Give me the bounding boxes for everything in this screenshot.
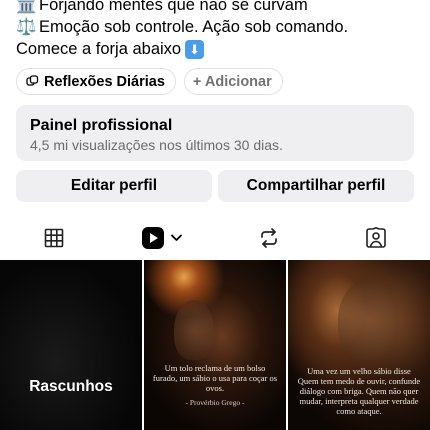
- bio-line-3-text: Comece a forja abaixo: [16, 40, 182, 58]
- grid-icon: [44, 228, 64, 248]
- threads-link-chip[interactable]: Reflexões Diárias: [16, 68, 176, 95]
- edit-profile-button[interactable]: Editar perfil: [16, 170, 212, 202]
- classical-building-icon: 🏛️: [16, 0, 37, 14]
- post-tile-2[interactable]: Uma vez um velho sábio disse Quem tem me…: [288, 260, 430, 430]
- profile-bio: 🏛️ Forjando mentes que não se curvam ⚖️ …: [16, 0, 416, 60]
- profile-links: Reflexões Diárias + Adicionar: [16, 68, 283, 95]
- post-2-quote: Uma vez um velho sábio disse Quem tem me…: [297, 366, 421, 416]
- bio-line-2: ⚖️ Emoção sob controle. Ação sob comando…: [16, 16, 416, 38]
- tab-reposts[interactable]: [215, 218, 323, 258]
- bio-line-2-text: Emoção sob controle. Ação sob comando.: [39, 18, 349, 36]
- share-profile-button[interactable]: Compartilhar perfil: [218, 170, 414, 202]
- reels-icon: [141, 226, 165, 250]
- post-1-author: - Provérbio Grego -: [185, 398, 245, 407]
- drafts-label: Rascunhos: [29, 378, 113, 395]
- post-1-figure: [174, 300, 214, 360]
- bio-line-3: Comece a forja abaixo ⬇: [16, 38, 416, 60]
- profile-tabs: [0, 218, 430, 258]
- posts-grid: Rascunhos Um tolo reclama de um bolso fu…: [0, 260, 430, 430]
- tab-posts-grid[interactable]: [0, 218, 108, 258]
- bio-line-1-text: Forjando mentes que não se curvam: [39, 0, 308, 14]
- threads-link-label: Reflexões Diárias: [44, 73, 165, 90]
- chevron-down-icon: [170, 234, 182, 242]
- threads-icon: [25, 75, 39, 89]
- post-2-figure: [338, 280, 398, 360]
- tagged-icon: [365, 227, 387, 249]
- down-arrow-icon: ⬇: [185, 39, 205, 59]
- add-link-chip[interactable]: + Adicionar: [183, 68, 283, 95]
- dashboard-title: Painel profissional: [30, 117, 173, 134]
- post-1-quote: Um tolo reclama de um bolso furado, um s…: [152, 363, 278, 393]
- professional-dashboard[interactable]: Painel profissional 4,5 mi visualizações…: [16, 105, 414, 161]
- profile-actions: Editar perfil Compartilhar perfil: [16, 170, 414, 202]
- tab-reels[interactable]: [108, 218, 216, 258]
- add-link-label: + Adicionar: [192, 73, 272, 90]
- drafts-tile[interactable]: Rascunhos: [0, 260, 142, 430]
- tab-tagged[interactable]: [323, 218, 430, 258]
- post-tile-1[interactable]: Um tolo reclama de um bolso furado, um s…: [144, 260, 286, 430]
- dashboard-subtitle: 4,5 mi visualizações nos últimos 30 dias…: [30, 137, 283, 153]
- balance-scale-icon: ⚖️: [16, 18, 37, 36]
- reposts-icon: [258, 227, 280, 249]
- bio-line-1: 🏛️ Forjando mentes que não se curvam: [16, 0, 416, 16]
